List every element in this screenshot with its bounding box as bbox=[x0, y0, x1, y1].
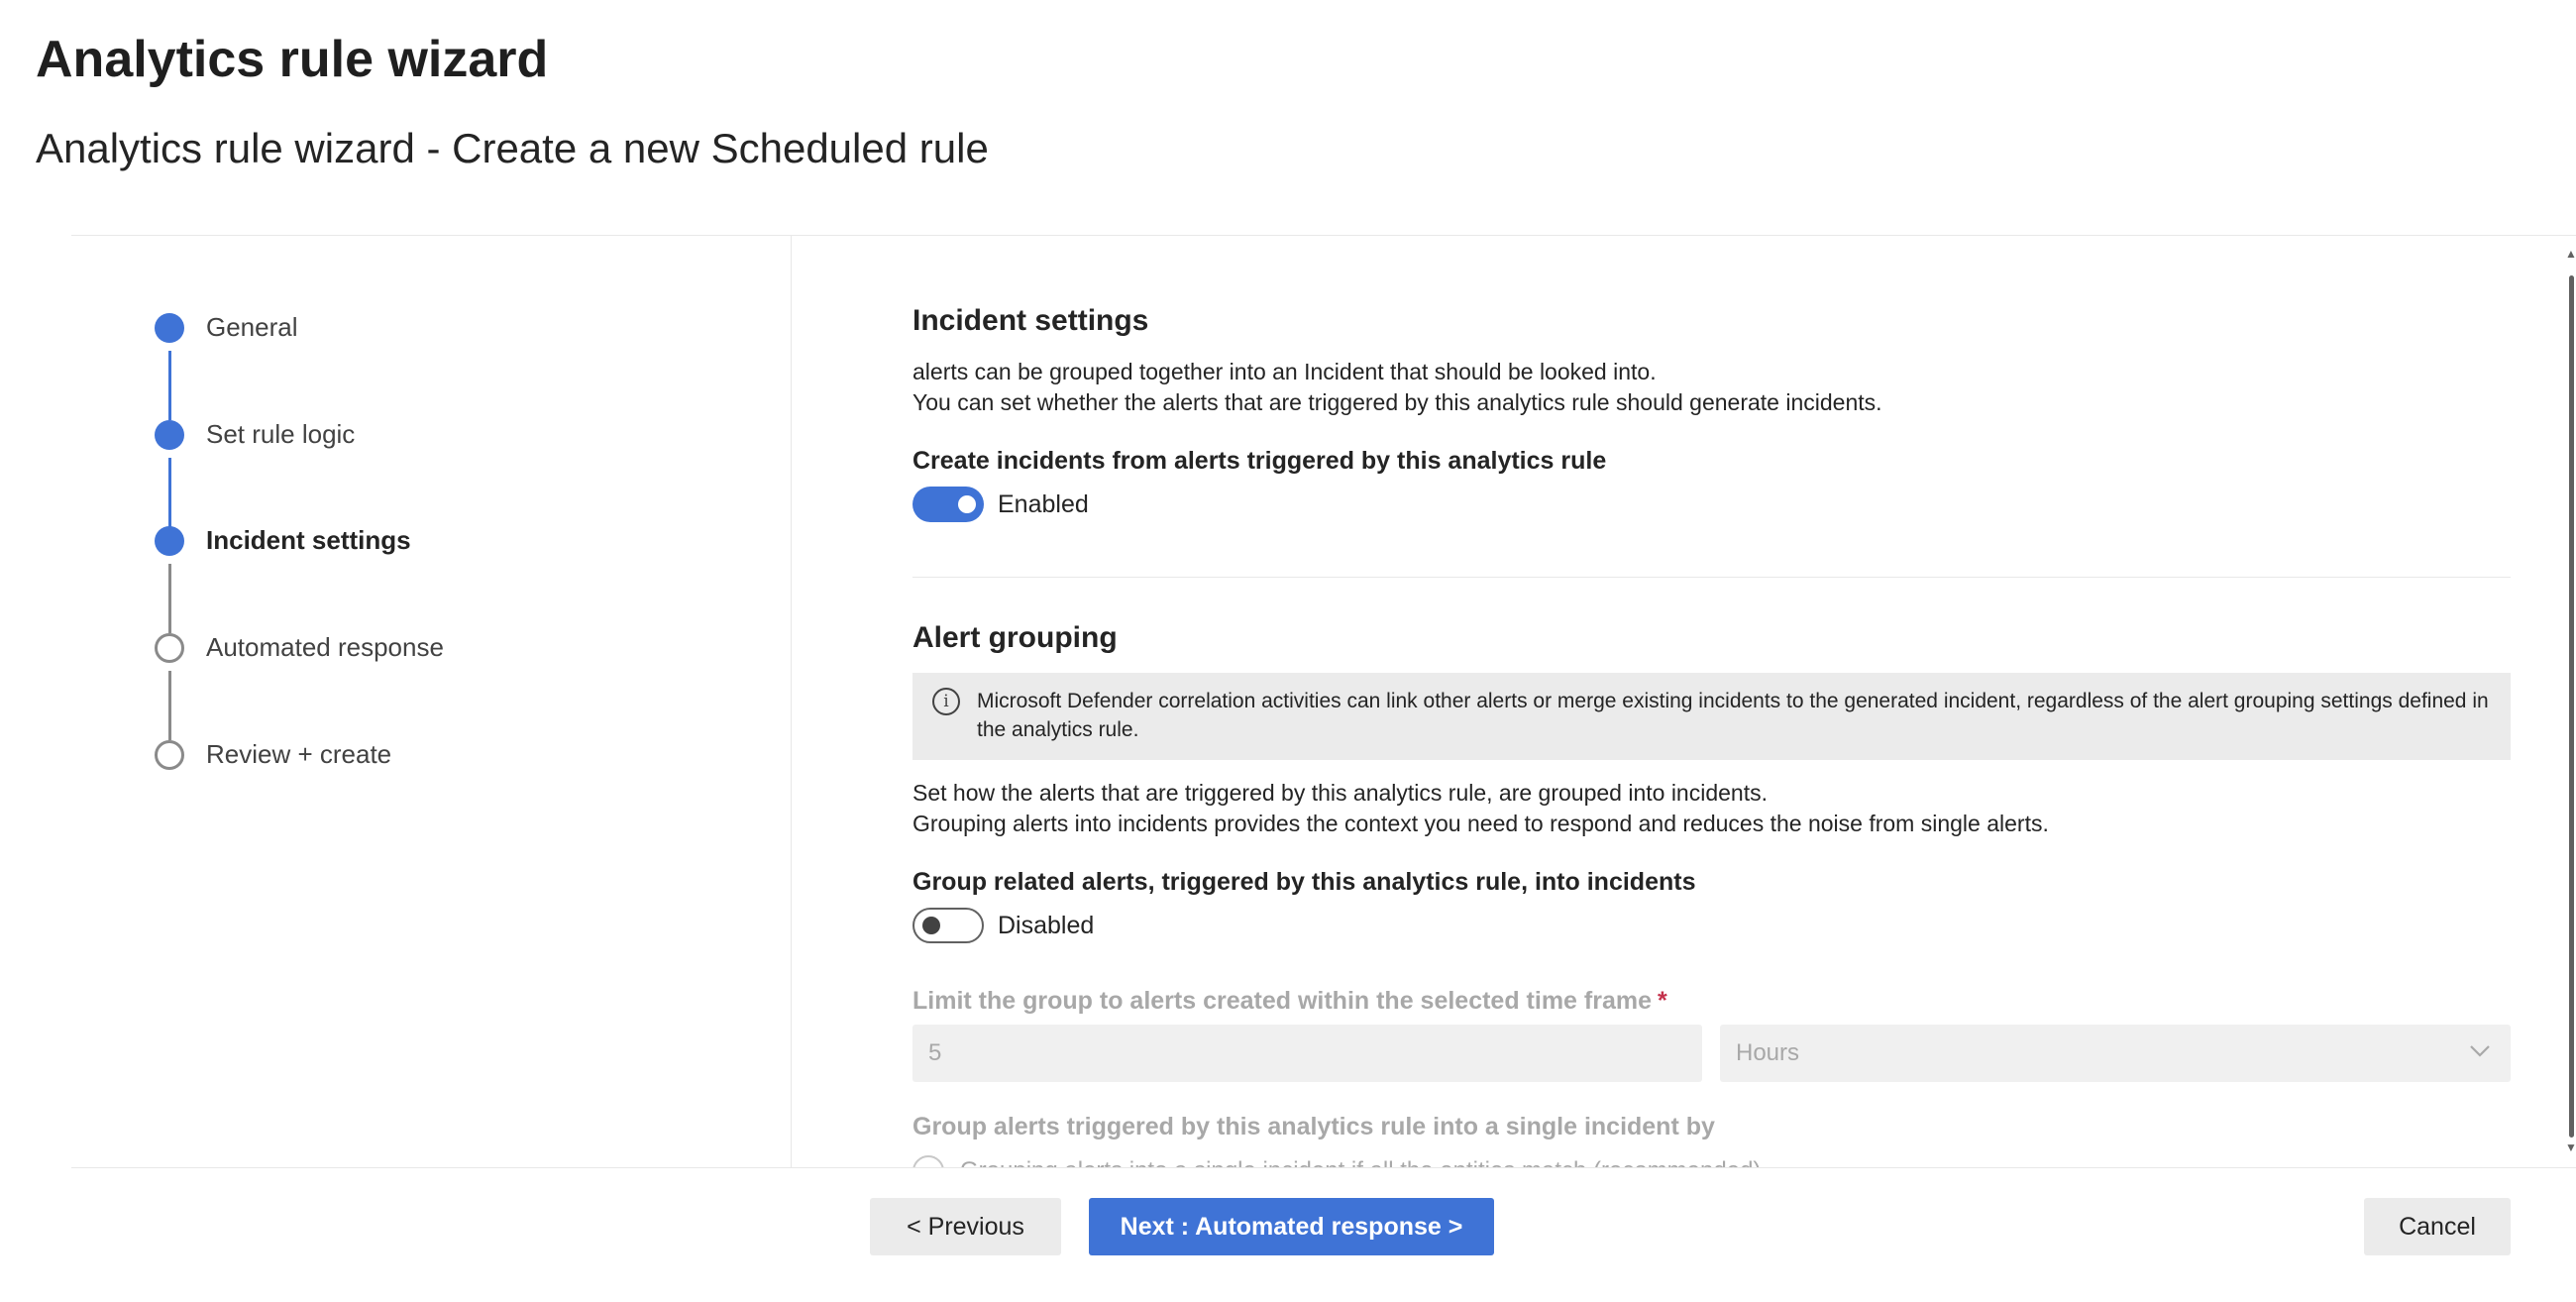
step-upcoming-indicator bbox=[155, 740, 184, 770]
alert-grouping-description-2: Grouping alerts into incidents provides … bbox=[912, 811, 2049, 836]
step-completed-indicator bbox=[155, 313, 184, 343]
step-label: Automated response bbox=[206, 632, 444, 662]
incident-settings-description-1: alerts can be grouped together into an I… bbox=[912, 359, 1657, 384]
chevron-down-icon bbox=[2470, 1045, 2490, 1057]
page-title: Analytics rule wizard bbox=[36, 31, 549, 88]
wizard-content: Incident settings alerts can be grouped … bbox=[912, 236, 2511, 1167]
group-related-alerts-label: Group related alerts, triggered by this … bbox=[912, 868, 1696, 896]
group-by-all-entities-label: Grouping alerts into a single incident i… bbox=[960, 1155, 1761, 1167]
alert-grouping-title: Alert grouping bbox=[912, 621, 1118, 654]
step-label: General bbox=[206, 312, 298, 342]
scroll-down-arrow-icon[interactable]: ▼ bbox=[2565, 1141, 2576, 1153]
create-incidents-toggle[interactable] bbox=[912, 487, 984, 522]
scroll-up-arrow-icon[interactable]: ▲ bbox=[2565, 248, 2576, 260]
step-label: Incident settings bbox=[206, 525, 411, 555]
time-frame-unit-dropdown[interactable]: Hours bbox=[1720, 1025, 2511, 1082]
time-frame-value-field[interactable] bbox=[912, 1025, 1702, 1082]
step-connector bbox=[168, 458, 171, 527]
section-divider bbox=[912, 577, 2511, 578]
content-scrollbar[interactable]: ▲ ▼ bbox=[2564, 236, 2576, 1167]
create-incidents-label: Create incidents from alerts triggered b… bbox=[912, 447, 1607, 475]
time-frame-unit-value: Hours bbox=[1736, 1039, 1800, 1066]
limit-time-frame-label-text: Limit the group to alerts created within… bbox=[912, 987, 1652, 1015]
cancel-button[interactable]: Cancel bbox=[2364, 1198, 2511, 1255]
required-marker: * bbox=[1658, 987, 1667, 1015]
info-icon: i bbox=[932, 688, 960, 715]
scrollbar-thumb[interactable] bbox=[2569, 275, 2574, 1138]
step-connector bbox=[168, 564, 171, 633]
group-related-alerts-toggle[interactable] bbox=[912, 908, 984, 943]
step-connector bbox=[168, 671, 171, 740]
incident-settings-description-2: You can set whether the alerts that are … bbox=[912, 389, 1882, 415]
toggle-knob bbox=[958, 495, 976, 513]
info-message-text: Microsoft Defender correlation activitie… bbox=[977, 690, 2489, 741]
next-button[interactable]: Next : Automated response > bbox=[1089, 1198, 1494, 1255]
step-label: Set rule logic bbox=[206, 419, 356, 449]
previous-button[interactable]: < Previous bbox=[870, 1198, 1061, 1255]
time-frame-value-input[interactable] bbox=[912, 1025, 1697, 1082]
step-connector bbox=[168, 351, 171, 420]
info-message-bar: i Microsoft Defender correlation activit… bbox=[912, 673, 2511, 760]
alert-grouping-description-1: Set how the alerts that are triggered by… bbox=[912, 780, 1768, 806]
group-related-alerts-toggle-state: Disabled bbox=[998, 912, 1095, 939]
page-subtitle: Analytics rule wizard - Create a new Sch… bbox=[36, 125, 989, 171]
pane-divider bbox=[791, 236, 792, 1167]
group-by-label: Group alerts triggered by this analytics… bbox=[912, 1113, 1715, 1140]
step-completed-indicator bbox=[155, 420, 184, 450]
footer-divider bbox=[71, 1167, 2576, 1168]
step-label: Review + create bbox=[206, 739, 392, 769]
group-by-all-entities-radio[interactable] bbox=[912, 1155, 944, 1167]
limit-time-frame-label: Limit the group to alerts created within… bbox=[912, 984, 1667, 1018]
toggle-knob bbox=[922, 917, 940, 934]
step-current-indicator bbox=[155, 526, 184, 556]
incident-settings-title: Incident settings bbox=[912, 304, 1149, 337]
step-upcoming-indicator bbox=[155, 633, 184, 663]
create-incidents-toggle-state: Enabled bbox=[998, 490, 1089, 518]
